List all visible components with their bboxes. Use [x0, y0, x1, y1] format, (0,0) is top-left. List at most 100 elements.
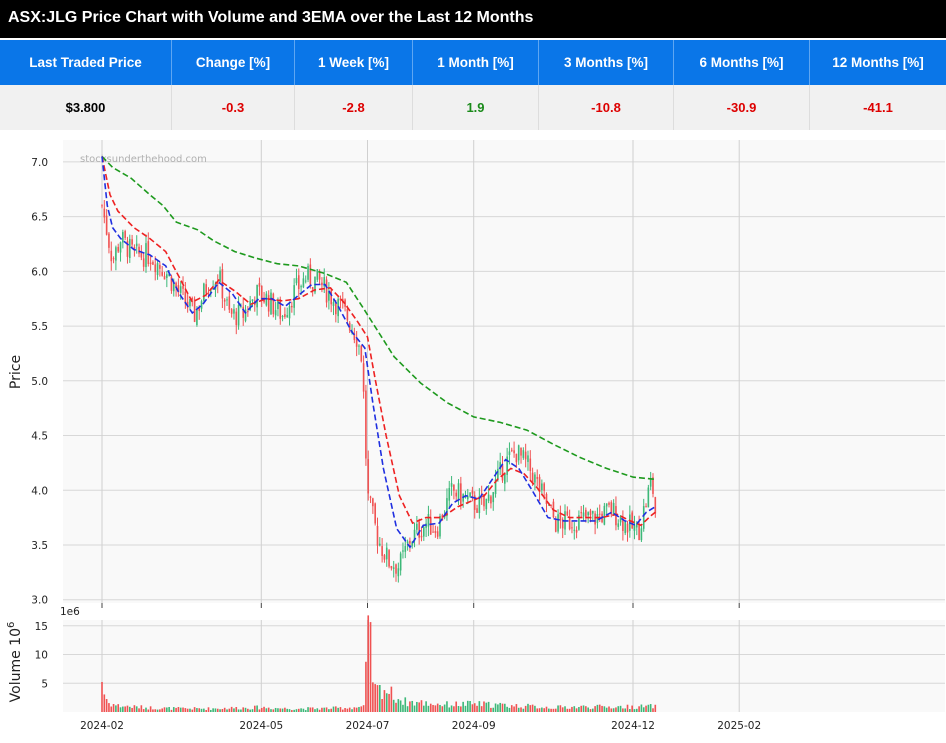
candle-body [626, 523, 629, 533]
volume-bar [365, 661, 367, 712]
volume-bar [395, 702, 397, 712]
candle-body [434, 531, 437, 534]
volume-bar [128, 706, 131, 712]
candle-body [536, 477, 539, 479]
volume-bar [536, 708, 539, 712]
candle-body [203, 283, 205, 301]
price-volume-chart: stocksunderthehood.com 3.0 3.5 4.0 4.5 5.0 5.… [6, 140, 945, 732]
price-tick-label: 4.5 [31, 431, 48, 443]
volume-bar [466, 700, 469, 712]
volume-bar [383, 690, 386, 712]
candle-body [163, 275, 166, 280]
candle-body [374, 503, 376, 524]
candle-body [316, 269, 319, 280]
candle-body [159, 264, 161, 269]
candle-body [321, 282, 323, 286]
volume-bar [460, 706, 462, 712]
candle-body [645, 506, 647, 508]
volume-bar [492, 707, 495, 712]
volume-bar [172, 707, 175, 712]
candle-body [235, 311, 238, 326]
volume-bar [323, 707, 326, 712]
volume-bar [436, 703, 439, 712]
volume-bar [263, 706, 265, 712]
candle-body [633, 525, 636, 531]
candle-body [388, 550, 390, 567]
volume-bar [652, 708, 654, 712]
volume-bar [244, 707, 247, 712]
candle-body [145, 243, 147, 268]
volume-bar [249, 709, 251, 712]
candle-body [161, 272, 164, 276]
volume-bar [117, 704, 120, 712]
volume-bar [453, 706, 455, 712]
candle-body [272, 293, 275, 315]
candle-body [427, 513, 430, 527]
candle-body [128, 238, 131, 259]
candle-body [557, 514, 559, 532]
volume-bar [450, 705, 453, 712]
volume-bar [328, 709, 330, 712]
volume-bar [297, 708, 300, 712]
candle-body [647, 487, 650, 508]
volume-bar [388, 693, 390, 712]
volume-bar [360, 706, 363, 712]
volume-bar [422, 705, 425, 712]
volume-bar [337, 707, 339, 712]
volume-bar [221, 708, 224, 712]
volume-bar [200, 708, 203, 712]
volume-bar [274, 707, 277, 712]
volume-tick-label: 5 [41, 678, 48, 690]
candle-body [554, 519, 557, 532]
volume-bar [233, 708, 235, 712]
volume-axis-label-exponent: 6 [6, 622, 17, 628]
volume-bar [629, 709, 631, 712]
candle-body [233, 309, 235, 314]
candle-body [383, 555, 386, 560]
candle-body [453, 484, 455, 491]
volume-bar [605, 707, 608, 712]
candle-body [455, 492, 458, 497]
volume-bar [314, 709, 316, 712]
volume-bar [416, 701, 418, 712]
candle-body [119, 242, 122, 253]
candle-body [325, 279, 328, 303]
volume-bar [596, 704, 599, 712]
candle-body [429, 517, 432, 535]
title-bar: ASX:JLG Price Chart with Volume and 3EMA… [0, 0, 946, 40]
volume-panel-background [63, 620, 945, 712]
volume-bar [103, 694, 106, 712]
candle-body [566, 511, 569, 516]
candle-body [256, 284, 258, 308]
x-tick-label: 2024-02 [80, 720, 124, 732]
volume-bar [399, 700, 402, 712]
candle-body [596, 514, 599, 523]
candle-body [140, 252, 143, 258]
volume-bar [147, 709, 150, 712]
volume-bar [469, 701, 471, 712]
candle-body [101, 205, 103, 207]
volume-bar [105, 699, 108, 712]
candle-body [267, 295, 270, 312]
volume-bar [196, 708, 198, 712]
candle-body [492, 492, 495, 503]
volume-bar [517, 707, 520, 712]
candle-body [527, 455, 529, 462]
candle-body [508, 451, 511, 455]
volume-bar [219, 709, 221, 712]
volume-bar [341, 709, 344, 712]
volume-bar [182, 707, 184, 712]
volume-bar [633, 709, 636, 712]
volume-bar [564, 706, 566, 712]
volume-bar [476, 705, 478, 712]
volume-bar [279, 708, 282, 712]
volume-bar [198, 708, 201, 712]
candle-body [369, 496, 372, 498]
volume-bar [448, 707, 451, 712]
volume-bar [288, 709, 291, 712]
volume-bar [311, 707, 314, 712]
candle-body [154, 264, 157, 273]
candle-body [311, 287, 314, 290]
candle-body [649, 478, 652, 487]
volume-bar [610, 708, 613, 712]
